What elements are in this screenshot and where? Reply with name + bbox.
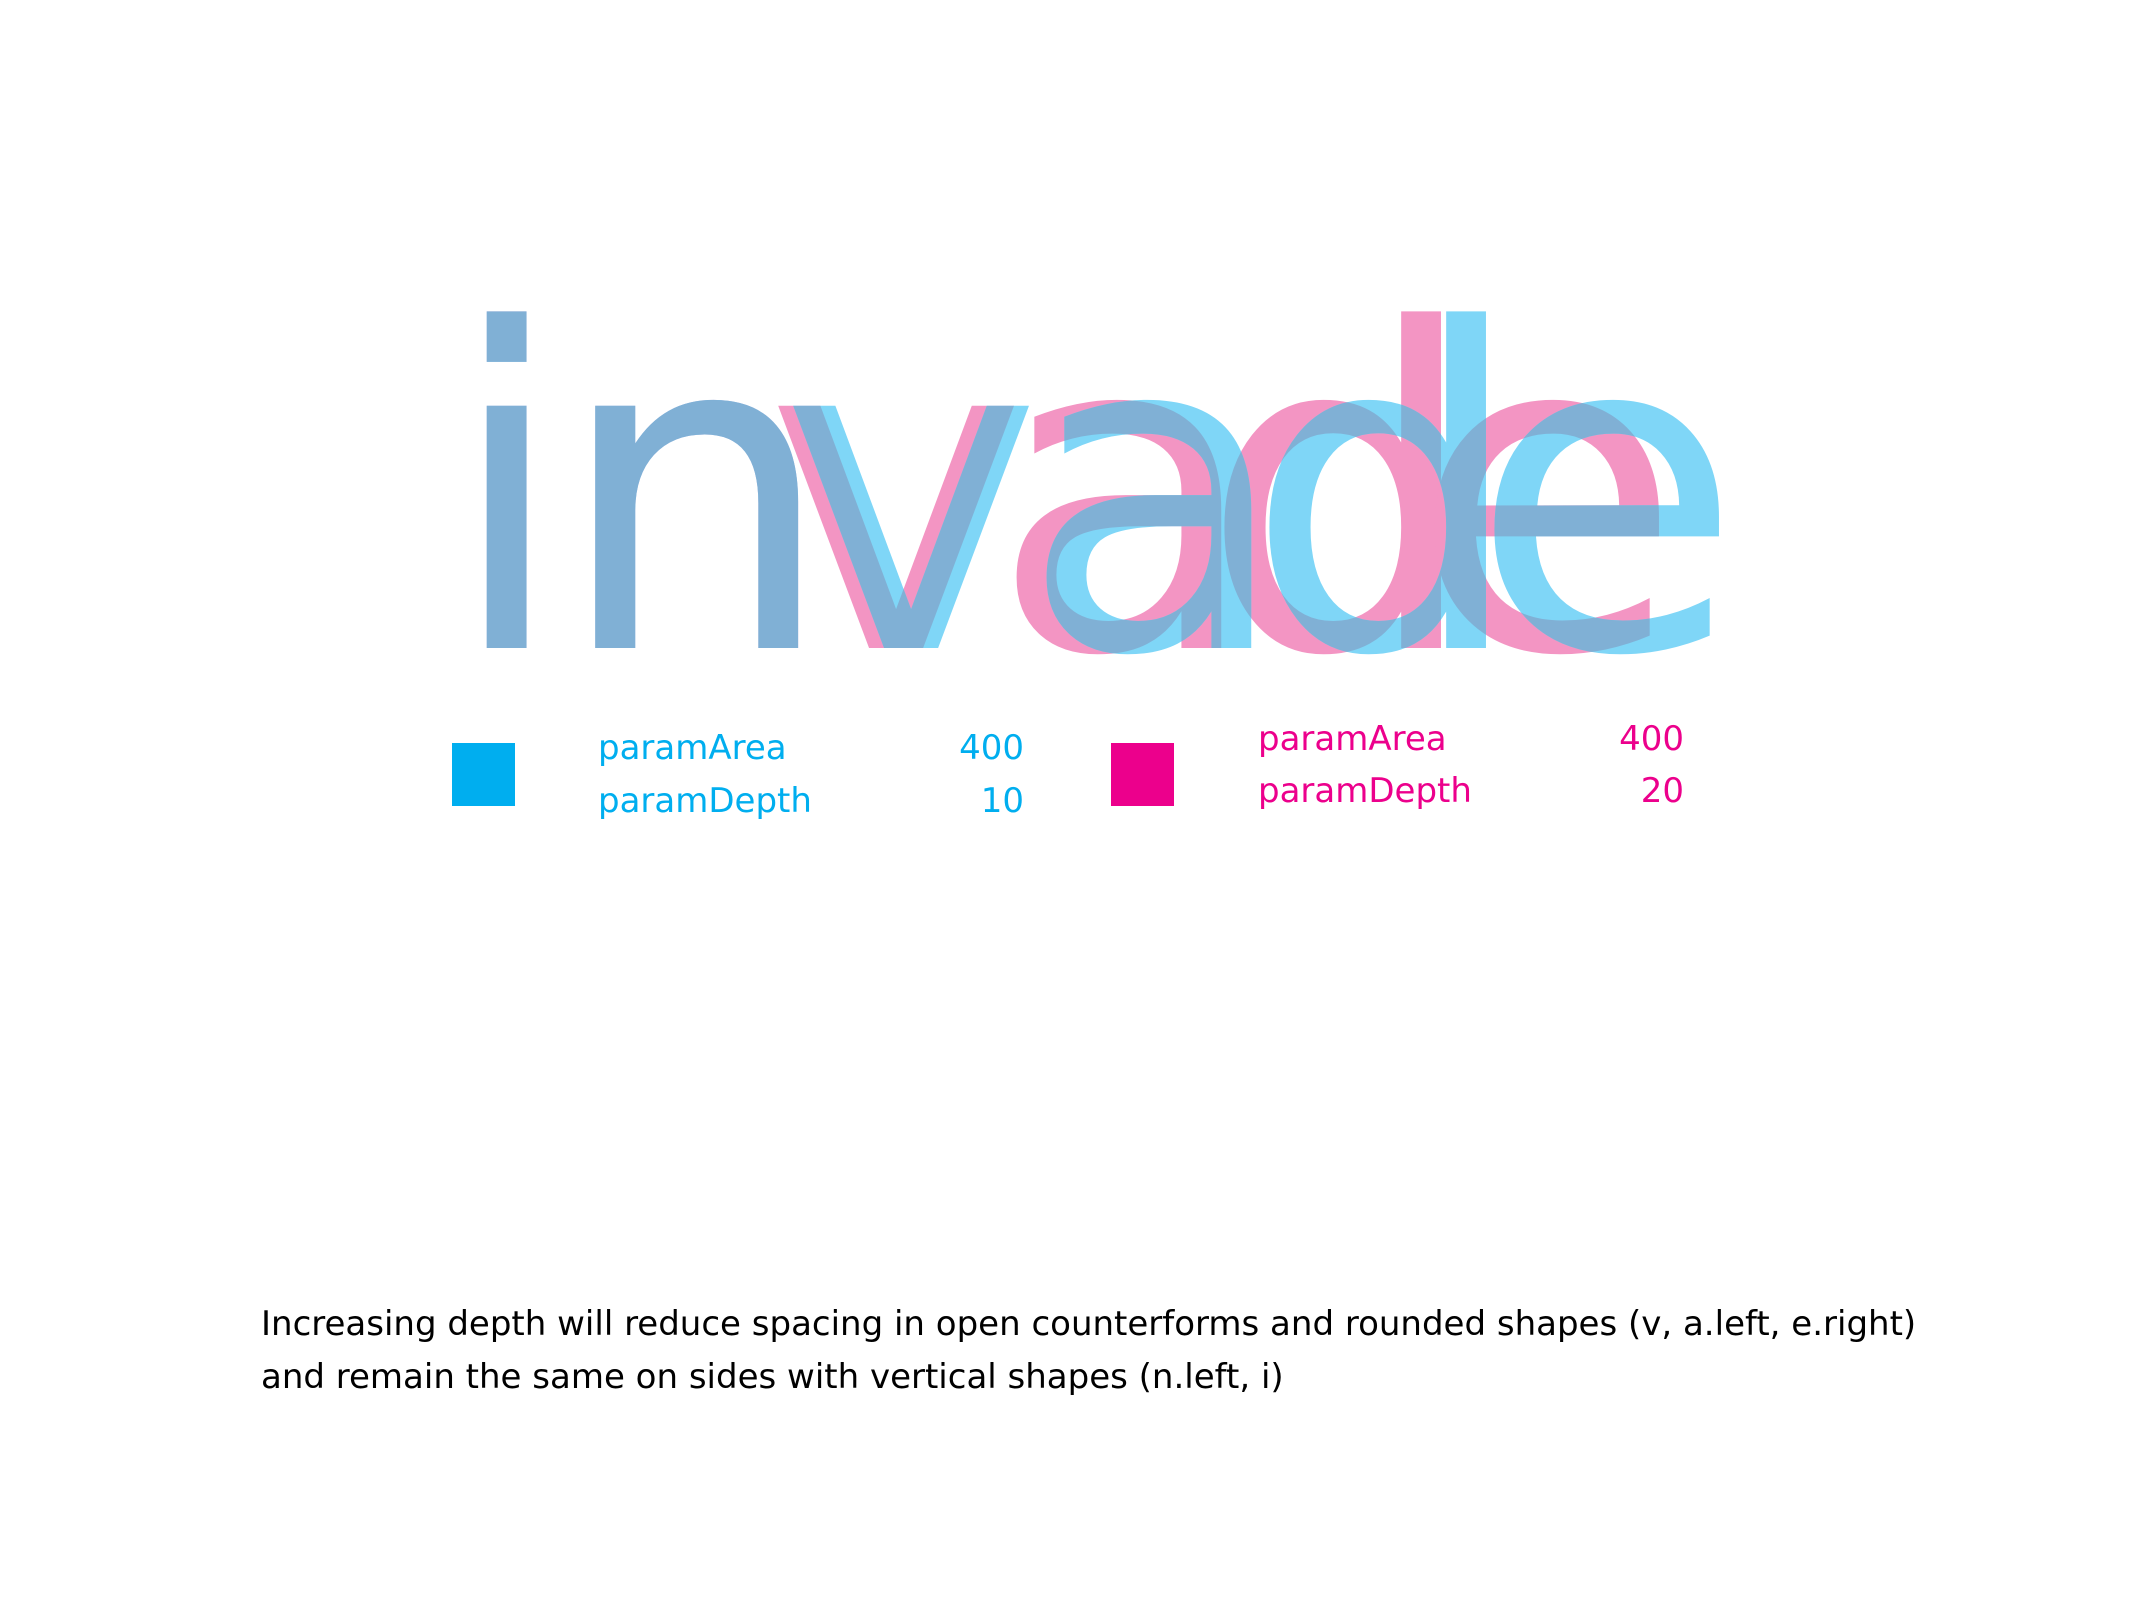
overlap-letter-i: i [445, 238, 568, 753]
caption: Increasing depth will reduce spacing in … [261, 1298, 2011, 1404]
param-name-area: paramArea [598, 728, 787, 768]
param-value-area: 400 [959, 728, 1024, 768]
overlap-letter-v: v [765, 238, 1027, 753]
cyan-swatch [452, 743, 515, 806]
caption-line-1: Increasing depth will reduce spacing in … [261, 1304, 1917, 1344]
overlap-word-layer: invade [445, 238, 1683, 753]
param-value-depth: 20 [1640, 771, 1684, 811]
param-name-area: paramArea [1258, 719, 1447, 759]
param-value-area: 400 [1619, 719, 1684, 759]
overlap-letter-e: e [1410, 238, 1683, 753]
param-name-depth: paramDepth [1258, 771, 1472, 811]
param-name-depth: paramDepth [598, 781, 812, 821]
canvas: invade invade invade invade paramArea 40… [0, 0, 2133, 1600]
caption-line-2: and remain the same on sides with vertic… [261, 1357, 1284, 1397]
magenta-swatch [1111, 743, 1174, 806]
param-value-depth: 10 [980, 781, 1024, 821]
